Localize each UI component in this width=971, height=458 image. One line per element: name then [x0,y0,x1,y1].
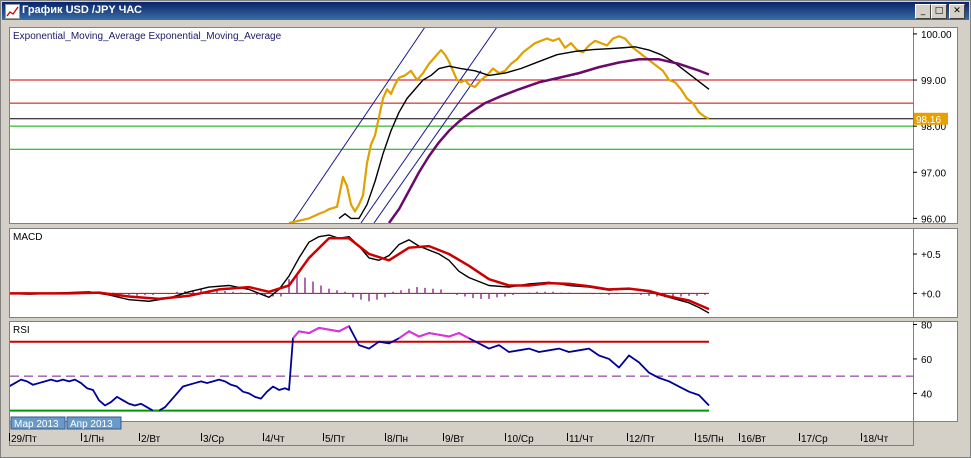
y-tick-label-rsi: 60 [921,355,933,366]
y-tick-label-rsi: 80 [921,320,933,331]
x-tick-label: 2/Вт [141,434,161,445]
x-tick-label: 8/Пн [387,434,408,445]
y-tick-label-macd: +0.0 [921,289,941,300]
maximize-button[interactable]: □ [931,4,947,19]
x-tick-label: 10/Ср [507,434,534,445]
panel-frame-price [9,27,914,224]
y-tick-label-price: 97.00 [921,168,946,179]
close-button[interactable]: ✕ [949,4,965,19]
x-tick-label: 17/Ср [801,434,828,445]
x-tick-label: 4/Чт [265,434,285,445]
y-tick-label-price: 100.00 [921,30,952,41]
x-tick-label: 11/Чт [569,434,594,445]
x-tick-label: 3/Ср [203,434,225,445]
y-tick-label-price: 99.00 [921,76,946,87]
y-axis-strip-macd [913,228,958,318]
y-tick-label-rsi: 40 [921,389,933,400]
indicator-label-price: Exponential_Moving_Average Exponential_M… [13,31,282,42]
chart-canvas[interactable]: 100.0099.0098.0097.0096.0098.16Exponenti… [9,27,963,451]
chart-app-icon [5,4,20,19]
y-axis-strip-rsi [913,321,958,422]
month-tag-label: Мар 2013 [14,419,59,430]
x-tick-label: 1/Пн [83,434,104,445]
indicator-label-macd: MACD [13,232,42,243]
last-price-label: 98.16 [916,115,941,126]
y-tick-label-price: 96.00 [921,214,946,225]
month-tag-label: Апр 2013 [70,419,113,430]
y-tick-label-macd: +0.5 [921,250,941,261]
x-tick-label: 16/Вт [741,434,766,445]
x-tick-label: 15/Пн [697,434,724,445]
x-tick-label: 18/Чт [863,434,889,445]
chart-window: График USD /JPY ЧАС _ □ ✕ 100.00 99.00 98.… [0,0,971,458]
x-tick-label: 12/Пт [629,434,655,445]
x-tick-label: 29/Пт [11,434,37,445]
indicator-label-rsi: RSI [13,325,30,336]
title-bar[interactable]: График USD /JPY ЧАС _ □ ✕ [2,2,969,20]
window-title: График USD /JPY ЧАС [22,4,142,16]
minimize-button[interactable]: _ [915,4,931,19]
x-tick-label: 5/Пт [325,434,346,445]
x-tick-label: 9/Вт [445,434,465,445]
